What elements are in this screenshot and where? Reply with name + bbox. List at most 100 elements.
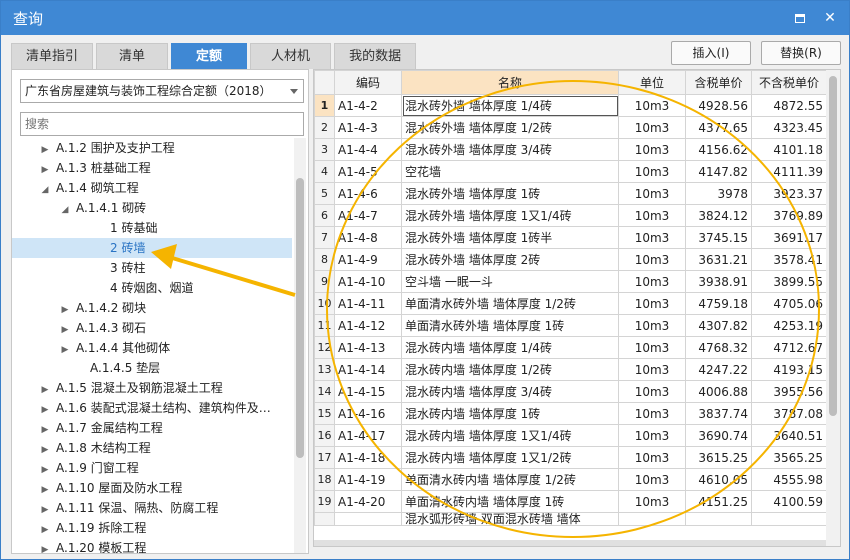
cell-notax-price[interactable]: 3578.41 (751, 248, 827, 271)
collapsed-icon[interactable]: ▶ (40, 420, 50, 440)
cell-code[interactable]: A1-4-15 (334, 380, 402, 403)
tree-node[interactable]: 1 砖基础 (12, 218, 292, 238)
cell-code[interactable]: A1-4-12 (334, 314, 402, 337)
cell-unit[interactable]: 10m3 (618, 248, 686, 271)
tree-node[interactable]: 3 砖柱 (12, 258, 292, 278)
cell-empty[interactable] (751, 512, 827, 526)
cell-code[interactable]: A1-4-18 (334, 446, 402, 469)
cell-unit[interactable]: 10m3 (618, 402, 686, 425)
table-row[interactable]: 18 A1-4-19 单面清水砖内墙 墙体厚度 1/2砖 10m3 4610.05 455… (314, 468, 827, 491)
replace-button[interactable]: 替换(R) (761, 41, 841, 65)
cell-name[interactable]: 混水砖外墙 墙体厚度 1/2砖 (401, 116, 619, 139)
expanded-icon[interactable]: ◢ (60, 200, 70, 220)
cell-unit[interactable]: 10m3 (618, 358, 686, 381)
cell-name[interactable]: 单面清水砖外墙 墙体厚度 1/2砖 (401, 292, 619, 315)
cell-name[interactable]: 混水砖内墙 墙体厚度 1又1/2砖 (401, 446, 619, 469)
tree-node[interactable]: ▶ A.1.7 金属结构工程 (12, 418, 292, 438)
collapsed-icon[interactable]: ▶ (40, 500, 50, 520)
cell-name[interactable]: 混水砖外墙 墙体厚度 1砖半 (401, 226, 619, 249)
cell-notax-price[interactable]: 3787.08 (751, 402, 827, 425)
cell-unit[interactable]: 10m3 (618, 204, 686, 227)
table-row[interactable]: 15 A1-4-16 混水砖内墙 墙体厚度 1砖 10m3 3837.74 3787.08 (314, 402, 827, 425)
cell-unit[interactable]: 10m3 (618, 446, 686, 469)
cell-name[interactable]: 空花墙 (401, 160, 619, 183)
table-row[interactable]: 17 A1-4-18 混水砖内墙 墙体厚度 1又1/2砖 10m3 3615.25 356… (314, 446, 827, 469)
row-index[interactable]: 4 (314, 160, 335, 183)
collapsed-icon[interactable]: ▶ (60, 340, 70, 360)
cell-tax-price[interactable]: 4147.82 (685, 160, 752, 183)
row-index[interactable]: 3 (314, 138, 335, 161)
cell-code[interactable]: A1-4-8 (334, 226, 402, 249)
tree-node[interactable]: A.1.4.5 垫层 (12, 358, 292, 378)
cell-code[interactable]: A1-4-4 (334, 138, 402, 161)
table-row[interactable]: 16 A1-4-17 混水砖内墙 墙体厚度 1又1/4砖 10m3 3690.74 364… (314, 424, 827, 447)
cell-notax-price[interactable]: 4712.67 (751, 336, 827, 359)
table-row[interactable]: 1 A1-4-2 混水砖外墙 墙体厚度 1/4砖 10m3 4928.56 4872.55 (314, 94, 827, 117)
cell-notax-price[interactable]: 4323.45 (751, 116, 827, 139)
tab-bill[interactable]: 清单 (96, 43, 169, 69)
cell-tax-price[interactable]: 3615.25 (685, 446, 752, 469)
cell-notax-price[interactable]: 4111.39 (751, 160, 827, 183)
row-index[interactable]: 19 (314, 490, 335, 513)
row-index[interactable]: 15 (314, 402, 335, 425)
grid-scroll-thumb[interactable] (829, 76, 837, 416)
cell-empty[interactable] (618, 512, 686, 526)
collapsed-icon[interactable]: ▶ (40, 400, 50, 420)
cell-tax-price[interactable]: 3631.21 (685, 248, 752, 271)
tree-node[interactable]: ▶ A.1.5 混凝土及钢筋混凝土工程 (12, 378, 292, 398)
table-row[interactable]: 6 A1-4-7 混水砖外墙 墙体厚度 1又1/4砖 10m3 3824.12 3769.… (314, 204, 827, 227)
table-row[interactable]: 13 A1-4-14 混水砖内墙 墙体厚度 1/2砖 10m3 4247.22 4193.… (314, 358, 827, 381)
cell-name[interactable]: 混水砖内墙 墙体厚度 1砖 (401, 402, 619, 425)
cell-tax-price[interactable]: 4768.32 (685, 336, 752, 359)
cell-name[interactable]: 单面清水砖内墙 墙体厚度 1/2砖 (401, 468, 619, 491)
cell-notax-price[interactable]: 3640.51 (751, 424, 827, 447)
cell-tax-price[interactable]: 4928.56 (685, 94, 752, 117)
cell-name[interactable]: 单面清水砖内墙 墙体厚度 1砖 (401, 490, 619, 513)
table-row[interactable]: 10 A1-4-11 单面清水砖外墙 墙体厚度 1/2砖 10m3 4759.18 470… (314, 292, 827, 315)
cell-tax-price[interactable]: 3938.91 (685, 270, 752, 293)
tree-node[interactable]: ▶ A.1.20 模板工程 (12, 538, 292, 553)
tree-node[interactable]: 2 砖墙 (12, 238, 292, 258)
cell-tax-price[interactable]: 4156.62 (685, 138, 752, 161)
table-row[interactable]: 14 A1-4-15 混水砖内墙 墙体厚度 3/4砖 10m3 4006.88 3955.… (314, 380, 827, 403)
quota-library-select[interactable]: 广东省房屋建筑与装饰工程综合定额（2018） (20, 79, 304, 103)
cell-name[interactable]: 混水砖外墙 墙体厚度 1砖 (401, 182, 619, 205)
cell-notax-price[interactable]: 3899.55 (751, 270, 827, 293)
row-index[interactable]: 13 (314, 358, 335, 381)
cell-name[interactable]: 单面清水砖外墙 墙体厚度 1砖 (401, 314, 619, 337)
cell-tax-price[interactable]: 4610.05 (685, 468, 752, 491)
table-row[interactable]: 2 A1-4-3 混水砖外墙 墙体厚度 1/2砖 10m3 4377.65 4323.45 (314, 116, 827, 139)
cell-unit[interactable]: 10m3 (618, 468, 686, 491)
cell-unit[interactable]: 10m3 (618, 490, 686, 513)
cell-notax-price[interactable]: 3955.56 (751, 380, 827, 403)
cell-unit[interactable]: 10m3 (618, 94, 686, 117)
tree-node[interactable]: ◢ A.1.4.1 砌砖 (12, 198, 292, 218)
cell-unit[interactable]: 10m3 (618, 226, 686, 249)
cell-code[interactable]: A1-4-9 (334, 248, 402, 271)
row-index[interactable]: 1 (314, 94, 335, 117)
tree-node[interactable]: 4 砖烟囱、烟道 (12, 278, 292, 298)
column-header-unit[interactable]: 单位 (618, 70, 686, 95)
cell-empty[interactable] (314, 512, 335, 526)
table-row[interactable]: 7 A1-4-8 混水砖外墙 墙体厚度 1砖半 10m3 3745.15 3691.17 (314, 226, 827, 249)
cell-unit[interactable]: 10m3 (618, 138, 686, 161)
cell-notax-price[interactable]: 3691.17 (751, 226, 827, 249)
cell-code[interactable]: A1-4-7 (334, 204, 402, 227)
tree-node[interactable]: ▶ A.1.19 拆除工程 (12, 518, 292, 538)
cell-empty[interactable] (334, 512, 402, 526)
table-row[interactable]: 12 A1-4-13 混水砖内墙 墙体厚度 1/4砖 10m3 4768.32 4712.… (314, 336, 827, 359)
tree-node[interactable]: ▶ A.1.6 装配式混凝土结构、建筑构件及… (12, 398, 292, 418)
cell-name[interactable]: 混水砖外墙 墙体厚度 1/4砖 (401, 94, 619, 117)
cell-tax-price[interactable]: 3745.15 (685, 226, 752, 249)
cell-unit[interactable]: 10m3 (618, 314, 686, 337)
cell-code[interactable]: A1-4-2 (334, 94, 402, 117)
tree-node[interactable]: ◢ A.1.4 砌筑工程 (12, 178, 292, 198)
cell-name[interactable]: 混水砖外墙 墙体厚度 2砖 (401, 248, 619, 271)
cell-tax-price[interactable]: 3690.74 (685, 424, 752, 447)
expanded-icon[interactable]: ◢ (40, 180, 50, 200)
cell-notax-price[interactable]: 4193.15 (751, 358, 827, 381)
collapsed-icon[interactable]: ▶ (40, 460, 50, 480)
cell-code[interactable]: A1-4-17 (334, 424, 402, 447)
table-row[interactable]: 9 A1-4-10 空斗墙 一眠一斗 10m3 3938.91 3899.55 (314, 270, 827, 293)
cell-code[interactable]: A1-4-19 (334, 468, 402, 491)
